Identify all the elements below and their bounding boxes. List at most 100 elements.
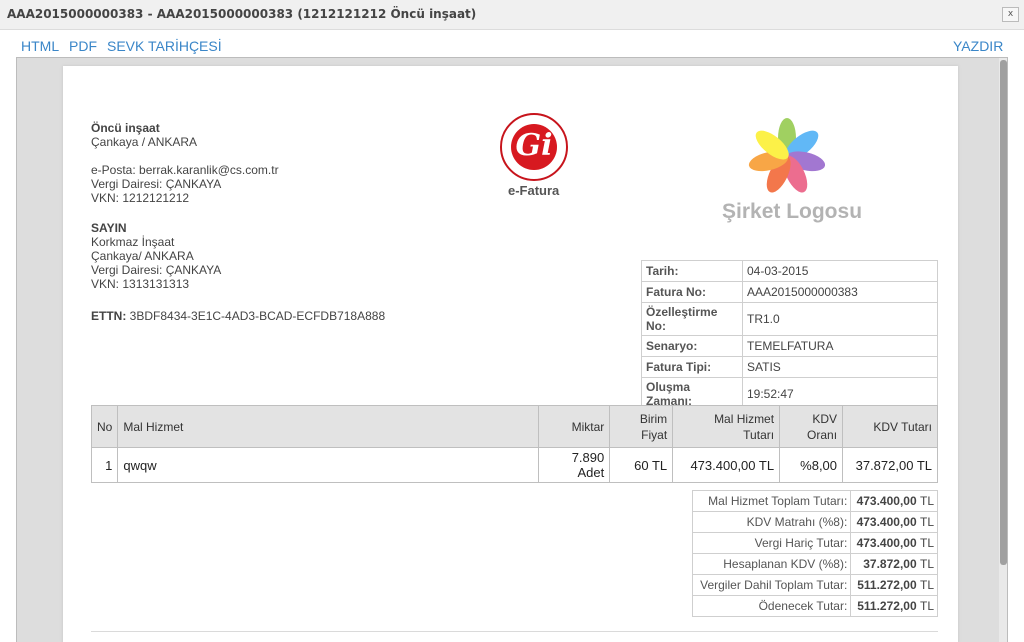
invoice-info-table: Tarih: 04-03-2015 Fatura No: AAA20150000003… (641, 260, 938, 411)
cell-unit-price: 60 TL (609, 447, 674, 483)
total-currency: TL (919, 599, 934, 613)
total-currency: TL (919, 515, 934, 529)
buyer-heading: SAYIN (91, 221, 127, 235)
total-amount: 511.272,00 (857, 599, 917, 613)
ettn-label: ETTN: (91, 309, 127, 323)
column-header-line: Miktar (571, 419, 605, 434)
seller-name: Öncü inşaat (91, 121, 160, 135)
total-value: 37.872,00 TL (850, 553, 938, 575)
gib-seal-icon: Gi (500, 113, 568, 181)
items-table: No Mal Hizmet Miktar Birim Fiyat Mal Hizmet Tu… (90, 405, 938, 483)
buyer-address: Çankaya/ ANKARA (91, 249, 194, 263)
column-header-line: Oranı (807, 427, 838, 442)
info-label: Senaryo: (641, 335, 743, 357)
cell-vat-amount: 37.872,00 TL (842, 447, 938, 483)
total-label: Mal Hizmet Toplam Tutarı: (691, 490, 852, 512)
sevk-history-link[interactable]: SEVK TARİHÇESİ (107, 38, 222, 54)
info-label: Fatura Tipi: (641, 356, 743, 378)
column-header-line: Tutarı (743, 427, 775, 442)
cell-amount: 473.400,00 TL (672, 447, 781, 483)
total-row: Mal Hizmet Toplam Tutarı: 473.400,00 TL (691, 490, 938, 512)
column-header-line: Mal Hizmet (714, 411, 775, 426)
pdf-link[interactable]: PDF (69, 38, 97, 54)
total-currency: TL (919, 578, 934, 592)
company-logo-text: Şirket Logosu (722, 200, 863, 223)
total-label: KDV Matrahı (%8): (691, 511, 852, 533)
info-row: Tarih: 04-03-2015 (641, 260, 938, 282)
buyer-name: Korkmaz İnşaat (91, 235, 175, 249)
totals-table: Mal Hizmet Toplam Tutarı: 473.400,00 TL KD… (691, 490, 938, 617)
total-value: 511.272,00 TL (850, 574, 938, 596)
page-divider (91, 631, 938, 632)
column-header: No (90, 405, 119, 448)
column-header-line: Fiyat (641, 427, 668, 442)
total-currency: TL (919, 494, 934, 508)
total-label: Ödenecek Tutar: (691, 595, 852, 617)
cell-no: 1 (90, 447, 119, 483)
total-amount: 511.272,00 (857, 578, 917, 592)
column-header-line: Mal Hizmet (123, 419, 184, 434)
efatura-label: e-Fatura (508, 183, 560, 198)
total-amount: 473.400,00 (856, 494, 917, 508)
seller-vkn: VKN: 1212121212 (91, 191, 190, 205)
total-row: Vergi Hariç Tutar: 473.400,00 TL (691, 532, 938, 554)
column-header-line: KDV Tutarı (873, 419, 932, 434)
seller-address: Çankaya / ANKARA (91, 135, 198, 149)
total-value: 473.400,00 TL (850, 511, 938, 533)
total-value: 473.400,00 TL (850, 532, 938, 554)
total-label: Vergiler Dahil Toplam Tutar: (691, 574, 852, 596)
info-label: Fatura No: (641, 281, 743, 303)
total-currency: TL (919, 557, 934, 571)
info-value: AAA2015000000383 (742, 281, 938, 303)
info-row: Özelleştirme No: TR1.0 (641, 302, 938, 336)
total-amount: 37.872,00 (863, 557, 917, 571)
dialog-title: AAA2015000000383 - AAA2015000000383 (121… (7, 7, 477, 21)
info-value: 04-03-2015 (742, 260, 938, 282)
table-row: 1 qwqw 7.890 Adet 60 TL 473.400,00 TL %8,00 37… (90, 447, 938, 483)
total-value: 473.400,00 TL (850, 490, 938, 512)
scrollbar-thumb[interactable] (1000, 60, 1007, 565)
vertical-scrollbar[interactable] (999, 58, 1007, 642)
column-header: Miktar (538, 405, 611, 448)
dialog-titlebar: AAA2015000000383 - AAA2015000000383 (121… (0, 0, 1024, 30)
cell-vat-rate: %8,00 (779, 447, 844, 483)
seller-email: e-Posta: berrak.karanlik@cs.com.tr (91, 163, 279, 177)
total-label: Hesaplanan KDV (%8): (691, 553, 852, 575)
total-row: Vergiler Dahil Toplam Tutar: 511.272,00 T… (691, 574, 938, 596)
info-value: TR1.0 (742, 302, 938, 336)
total-row: Hesaplanan KDV (%8): 37.872,00 TL (691, 553, 938, 575)
close-button[interactable]: x (1002, 7, 1019, 22)
company-flower-logo-icon (748, 118, 826, 193)
buyer-tax-office: Vergi Dairesi: ÇANKAYA (91, 263, 222, 277)
column-header-line: Birim (639, 411, 668, 426)
action-links: HTML PDF SEVK TARİHÇESİ YAZDIR (0, 38, 1024, 58)
column-header: Mal Hizmet (117, 405, 540, 448)
column-header: KDV Tutarı (842, 405, 938, 448)
total-row: Ödenecek Tutar: 511.272,00 TL (691, 595, 938, 617)
info-row: Senaryo: TEMELFATURA (641, 335, 938, 357)
total-amount: 473.400,00 (856, 536, 917, 550)
column-header: Birim Fiyat (609, 405, 674, 448)
info-row: Fatura Tipi: SATIS (641, 356, 938, 378)
total-value: 511.272,00 TL (850, 595, 938, 617)
cell-name: qwqw (117, 447, 540, 483)
cell-qty: 7.890 Adet (538, 447, 611, 483)
invoice-viewer[interactable]: Öncü inşaat Çankaya / ANKARA e-Posta: be… (16, 57, 1008, 642)
total-currency: TL (919, 536, 934, 550)
total-row: KDV Matrahı (%8): 473.400,00 TL (691, 511, 938, 533)
ettn-value: 3BDF8434-3E1C-4AD3-BCAD-ECFDB718A888 (129, 309, 386, 323)
info-label: Özelleştirme No: (641, 302, 743, 336)
total-label: Vergi Hariç Tutar: (691, 532, 852, 554)
column-header: KDV Oranı (779, 405, 844, 448)
column-header: Mal Hizmet Tutarı (672, 405, 781, 448)
total-amount: 473.400,00 (856, 515, 917, 529)
ettn: ETTN: 3BDF8434-3E1C-4AD3-BCAD-ECFDB718A8… (91, 309, 385, 323)
info-value: SATIS (742, 356, 938, 378)
column-header-line: KDV (812, 411, 838, 426)
buyer-vkn: VKN: 1313131313 (91, 277, 190, 291)
print-link[interactable]: YAZDIR (953, 38, 1003, 54)
html-link[interactable]: HTML (21, 38, 59, 54)
invoice-page: Öncü inşaat Çankaya / ANKARA e-Posta: be… (63, 66, 958, 642)
seller-tax-office: Vergi Dairesi: ÇANKAYA (91, 177, 222, 191)
column-header-line: No (97, 419, 113, 434)
